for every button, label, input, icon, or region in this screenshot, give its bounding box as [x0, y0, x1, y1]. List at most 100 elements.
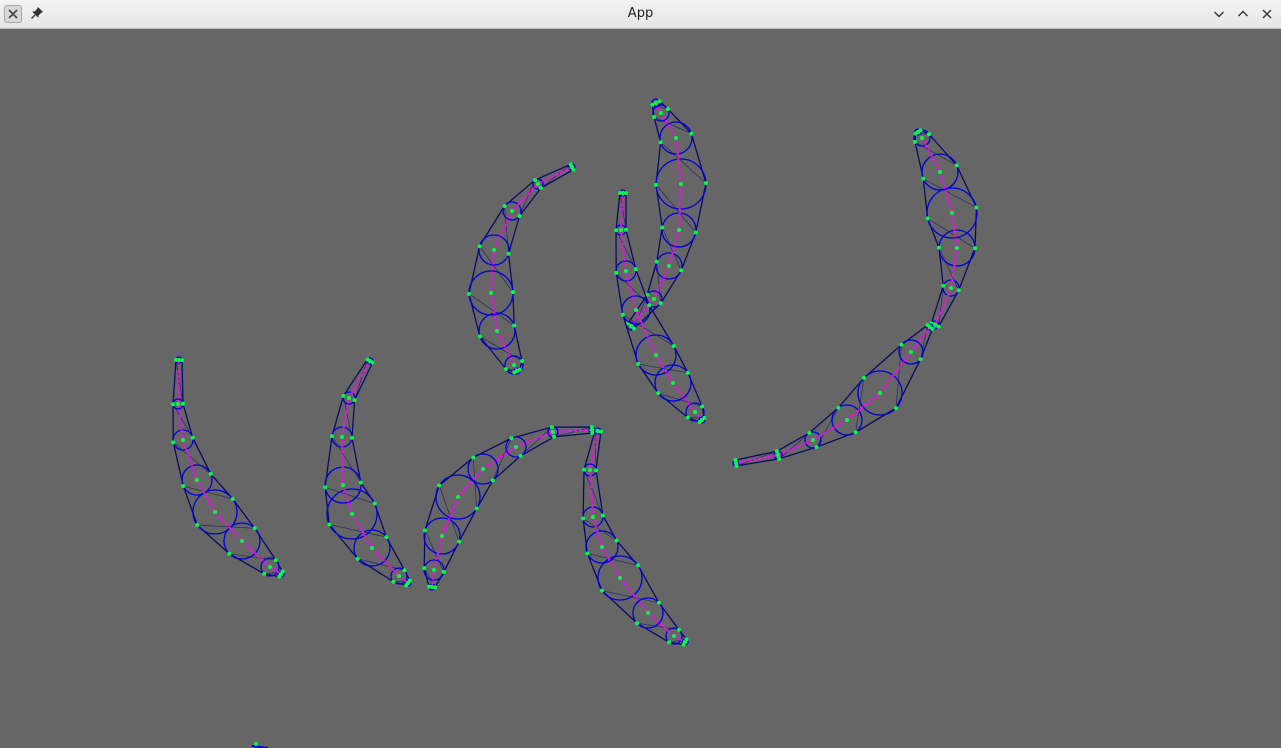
worm-joint-dot [596, 429, 600, 433]
worm-joint-dot [683, 640, 687, 644]
worm-joint-dot [549, 425, 554, 430]
worm-joint-dot [503, 367, 508, 372]
worm-joint-dot [171, 402, 176, 407]
worm-outline [914, 129, 978, 328]
title-bar[interactable]: App [0, 0, 1281, 29]
worm-joint-dot [928, 325, 932, 329]
worm-joint-dot [636, 362, 641, 367]
worm-8[interactable] [581, 427, 689, 647]
worm-4[interactable] [912, 128, 979, 330]
worm-joint-dot [252, 526, 257, 531]
worm-joint-dot [593, 468, 598, 473]
worm-joint-dot [489, 291, 493, 295]
worm-joint-dot [665, 107, 670, 112]
worm-spine [431, 429, 593, 588]
worm-joint-dot [654, 101, 658, 105]
worm-joint-dot [623, 227, 628, 232]
worm-joint-dot [974, 205, 979, 210]
worm-joint-dot [936, 324, 941, 329]
worm-joint-dot [614, 228, 619, 233]
worm-joint-dot [457, 539, 462, 544]
worm-joint-dot [570, 165, 574, 169]
worm-joint-dot [894, 406, 899, 411]
worm-joint-dot [674, 136, 678, 140]
worm-joint-dot [406, 581, 410, 585]
worm-joint-dot [515, 369, 519, 373]
worm-spine [588, 430, 686, 643]
worm-joint-dot [972, 246, 977, 251]
worm-joint-dot [676, 627, 681, 632]
worm-joint-dot [180, 401, 185, 406]
worm-joint-dot [520, 358, 525, 363]
worm-joint-dot [195, 523, 200, 528]
worm-joint-dot [581, 516, 586, 521]
worm-joint-dot [227, 551, 232, 556]
worm-joint-dot [920, 136, 924, 140]
minimize-button[interactable] [1209, 4, 1229, 24]
worm-spine [489, 166, 573, 372]
worm-joint-dot [654, 353, 658, 357]
worm-joint-dot [171, 440, 176, 445]
worm-joint-dot [440, 534, 444, 538]
worm-joint-dot [679, 268, 684, 273]
worm-joint-dot [629, 324, 633, 328]
worm-joint-dot [327, 522, 332, 527]
app-menu-button[interactable] [4, 5, 22, 23]
worm-joint-dot [949, 286, 953, 290]
worm-rib [229, 553, 276, 561]
worm-rib [504, 205, 509, 254]
worm-joint-dot [912, 139, 917, 144]
worm-joint-dot [509, 436, 514, 441]
worm-joint-dot [358, 480, 363, 485]
worm-joint-dot [230, 496, 235, 501]
worm-9[interactable] [422, 425, 596, 591]
worm-joint-dot [195, 478, 199, 482]
drawing-canvas[interactable] [0, 29, 1281, 748]
worm-joint-dot [330, 434, 335, 439]
worm-joint-dot [190, 435, 195, 440]
worm-joint-dot [456, 495, 460, 499]
worm-joint-dot [654, 182, 659, 187]
worm-joint-dot [262, 571, 267, 576]
worm-joint-dot [341, 483, 345, 487]
window-controls [1209, 4, 1277, 24]
worm-5[interactable] [732, 323, 935, 468]
worm-joint-dot [481, 467, 485, 471]
worm-joint-dot [422, 528, 427, 533]
worm-joint-dot [279, 572, 283, 576]
worm-1[interactable] [467, 162, 576, 375]
worm-joint-dot [590, 428, 594, 432]
close-button[interactable] [1257, 4, 1277, 24]
worm-joint-dot [647, 303, 652, 308]
worm-joint-dot [899, 342, 904, 347]
worm-joint-dot [510, 209, 514, 213]
worm-joint-dot [341, 393, 346, 398]
worm-joint-dot [495, 329, 499, 333]
worm-rib [492, 437, 512, 481]
worm-rib [923, 178, 977, 208]
worm-joint-dot [240, 539, 244, 543]
worm-joint-dot [517, 213, 522, 218]
worm-joint-dot [667, 640, 672, 645]
app-window: App [0, 0, 1281, 748]
maximize-button[interactable] [1233, 4, 1253, 24]
worm-joint-dot [646, 611, 650, 615]
worm-3[interactable] [614, 189, 707, 424]
worm-joint-dot [323, 485, 328, 490]
worm-joint-dot [512, 363, 516, 367]
worm-joint-dot [477, 334, 482, 339]
worm-joint-dot [660, 225, 665, 230]
worm-joint-dot [634, 308, 638, 312]
pin-button[interactable] [28, 5, 46, 23]
worm-joint-dot [807, 430, 812, 435]
worm-joint-dot [352, 398, 357, 403]
worm-joint-dot [937, 245, 942, 250]
worm-rib [354, 359, 368, 401]
worm-joint-dot [941, 283, 946, 288]
worm-joint-dot [777, 456, 782, 461]
worm-joint-dot [600, 545, 604, 549]
worm-joint-dot [350, 512, 354, 516]
worm-joint-dot [370, 546, 374, 550]
worm-6[interactable] [171, 356, 285, 579]
worm-7[interactable] [323, 357, 412, 588]
